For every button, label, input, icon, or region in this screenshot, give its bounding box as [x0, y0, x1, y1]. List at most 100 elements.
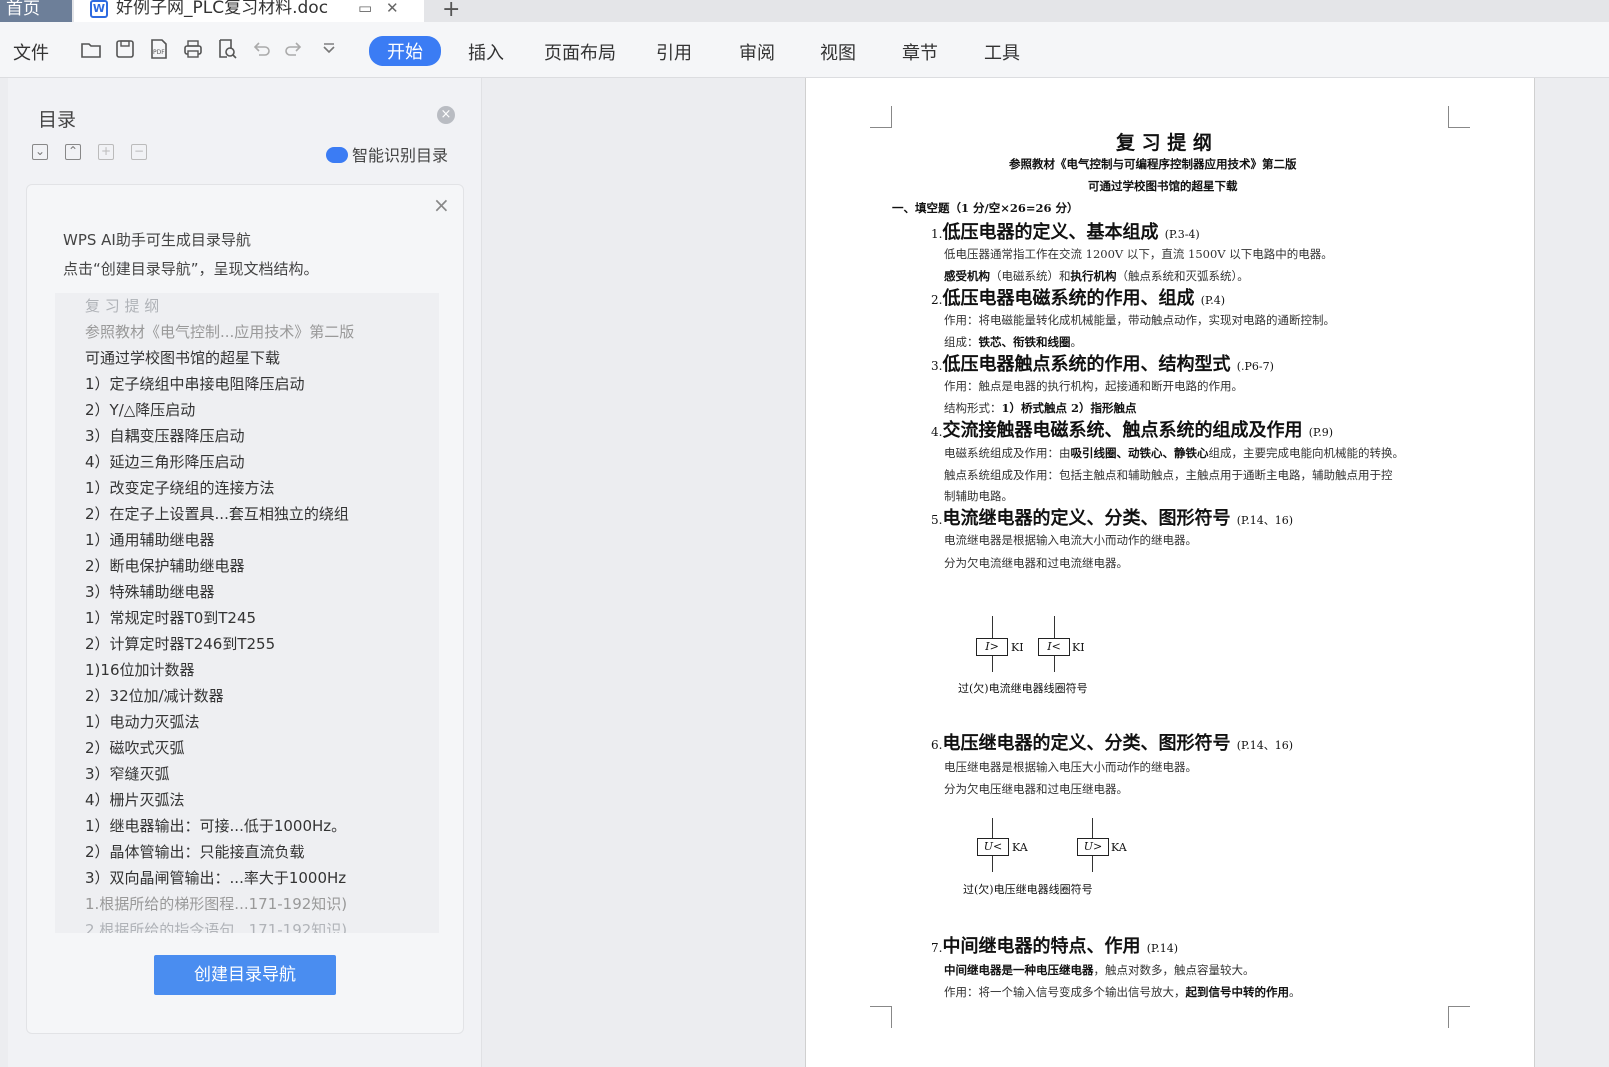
save-icon[interactable] — [114, 38, 136, 60]
add-heading-icon[interactable]: + — [98, 144, 114, 160]
card-hint-1: WPS AI助手可生成目录导航 — [63, 231, 251, 249]
heading-item-7: 7.中间继电器的特点、作用 (P.14) — [931, 936, 1178, 957]
close-tab-icon[interactable]: ✕ — [386, 0, 399, 16]
list-item: 3）自耦变压器降压启动 — [85, 427, 245, 445]
remove-heading-icon[interactable]: − — [131, 144, 147, 160]
paragraph: 电磁系统组成及作用：由吸引线圈、动铁心、静铁心组成，主要完成电能向机械能的转换。 — [944, 446, 1404, 460]
list-item: 1）通用辅助继电器 — [85, 531, 215, 549]
paragraph: 低电压器通常指工作在交流 1200V 以下，直流 1500V 以下电路中的电器。 — [944, 247, 1333, 261]
relay-label: KA — [1012, 841, 1028, 854]
paragraph: 结构形式：1）桥式触点 2）指形触点 — [944, 401, 1137, 415]
over-current-coil-symbol: I> — [976, 638, 1008, 656]
list-item: 2）在定子上设置具...套互相独立的绕组 — [85, 505, 349, 523]
list-item: 1）电动力灭弧法 — [85, 713, 200, 731]
relay-label: KA — [1111, 841, 1127, 854]
paragraph: 电压继电器是根据输入电压大小而动作的继电器。 — [944, 760, 1197, 774]
pin-window-icon[interactable]: ▭ — [358, 0, 372, 16]
relay-label: KI — [1072, 641, 1085, 654]
toc-panel: 目录 × ⌄ ⌃ + − 智能识别目录 × WPS AI助手可生成目录导航 点击… — [8, 78, 482, 1067]
crop-mark-top-left — [870, 106, 892, 128]
close-panel-icon[interactable]: × — [437, 106, 455, 124]
expand-down-icon[interactable]: ⌄ — [32, 144, 48, 160]
more-dropdown-icon[interactable] — [318, 38, 340, 60]
list-item: 1)16位加计数器 — [85, 661, 195, 679]
heading-item-3: 3.低压电器触点系统的作用、结构型式 (.P6-7) — [931, 354, 1274, 375]
relay-label: KI — [1011, 641, 1024, 654]
tab-document[interactable]: W 好例子网_PLC复习材料.doc ▭ ✕ — [74, 0, 424, 22]
svg-text:PDF: PDF — [153, 49, 165, 56]
crop-mark-top-right — [1448, 106, 1470, 128]
section-heading: 一、填空题（1 分/空×26=26 分） — [892, 201, 1079, 215]
doc-subtitle-2: 可通过学校图书馆的超星下载 — [1088, 179, 1238, 193]
paragraph: 分为欠电流继电器和过电流继电器。 — [944, 556, 1128, 570]
list-item: 2）32位加/减计数器 — [85, 687, 224, 705]
figure-caption: 过(欠)电压继电器线圈符号 — [963, 883, 1093, 896]
heading-item-2: 2.低压电器电磁系统的作用、组成 (P.4) — [931, 288, 1225, 309]
paragraph: 触点系统组成及作用：包括主触点和辅助触点，主触点用于通断主电路，辅助触点用于控 — [944, 468, 1393, 482]
menu-tab-tools[interactable]: 工具 — [984, 39, 1020, 65]
ai-toc-card: × WPS AI助手可生成目录导航 点击“创建目录导航”，呈现文档结构。 复 习… — [26, 184, 464, 1034]
print-preview-icon[interactable] — [216, 38, 238, 60]
list-item: 4）延边三角形降压启动 — [85, 453, 245, 471]
list-item: 1）继电器输出：可接...低于1000Hz。 — [85, 817, 347, 835]
paragraph: 作用：将一个输入信号变成多个输出信号放大，起到信号中转的作用。 — [944, 985, 1301, 999]
heading-item-6: 6.电压继电器的定义、分类、图形符号 (P.14、16) — [931, 733, 1293, 754]
list-item: 3）特殊辅助继电器 — [85, 583, 215, 601]
list-item: 3）窄缝灭弧 — [85, 765, 170, 783]
doc-title: 复 习 提 纲 — [1116, 132, 1212, 154]
list-item: 2）磁吹式灭弧 — [85, 739, 185, 757]
tab-bar: 首页 W 好例子网_PLC复习材料.doc ▭ ✕ + — [0, 0, 1609, 22]
list-item: 可通过学校图书馆的超星下载 — [85, 349, 281, 367]
paragraph: 电流继电器是根据输入电流大小而动作的继电器。 — [944, 533, 1197, 547]
list-item: 复 习 提 纲 — [85, 297, 160, 315]
open-folder-icon[interactable] — [80, 38, 102, 60]
collapse-up-icon[interactable]: ⌃ — [65, 144, 81, 160]
paragraph: 感受机构（电磁系统）和执行机构（触点系统和灭弧系统）。 — [944, 269, 1249, 283]
undo-icon[interactable] — [250, 38, 272, 60]
tab-home[interactable]: 首页 — [0, 0, 72, 22]
menu-tab-review[interactable]: 审阅 — [739, 39, 775, 65]
paragraph: 作用：将电磁能量转化成机械能量，带动触点动作，实现对电路的通断控制。 — [944, 313, 1335, 327]
menu-tab-start[interactable]: 开始 — [369, 36, 441, 66]
new-tab-button[interactable]: + — [442, 0, 460, 22]
list-item: 2.根据所给的指令语句...171-192知识) — [85, 921, 348, 933]
toolbar: 文件 PDF 开始 插入 页面布局 引用 审阅 视图 章节 工具 — [0, 22, 1609, 78]
under-current-coil-symbol: I< — [1038, 638, 1070, 656]
paragraph: 作用：触点是电器的执行机构，起接通和断开电路的作用。 — [944, 379, 1243, 393]
list-item: 2）断电保护辅助继电器 — [85, 557, 245, 575]
smart-toc-label: 智能识别目录 — [352, 146, 449, 165]
paragraph: 分为欠电压继电器和过电压继电器。 — [944, 782, 1128, 796]
file-menu[interactable]: 文件 — [13, 39, 49, 65]
list-item: 2）Y/△降压启动 — [85, 401, 196, 419]
toc-title: 目录 — [38, 109, 77, 131]
list-item: 1.根据所给的梯形图程...171-192知识) — [85, 895, 348, 913]
menu-tab-chapter[interactable]: 章节 — [902, 39, 938, 65]
list-item: 2）晶体管输出：只能接直流负载 — [85, 843, 305, 861]
redo-icon[interactable] — [283, 38, 305, 60]
menu-tab-page-layout[interactable]: 页面布局 — [544, 39, 616, 65]
smart-toc-link[interactable]: 智能识别目录 — [326, 142, 448, 166]
list-item: 4）栅片灭弧法 — [85, 791, 185, 809]
ai-assistant-icon — [326, 147, 348, 163]
print-icon[interactable] — [182, 38, 204, 60]
toc-preview: 复 习 提 纲 参照教材《电气控制...应用技术》第二版 可通过学校图书馆的超星… — [55, 293, 439, 933]
menu-tab-references[interactable]: 引用 — [656, 39, 692, 65]
wps-document-icon: W — [90, 0, 108, 18]
close-card-icon[interactable]: × — [433, 193, 450, 217]
paragraph: 制辅助电路。 — [944, 489, 1013, 503]
card-hint-2: 点击“创建目录导航”，呈现文档结构。 — [63, 260, 319, 278]
document-tab-title: 好例子网_PLC复习材料.doc — [116, 0, 329, 18]
menu-tab-view[interactable]: 视图 — [820, 39, 856, 65]
doc-subtitle-1: 参照教材《电气控制与可编程序控制器应用技术》第二版 — [1009, 157, 1297, 171]
menu-tab-insert[interactable]: 插入 — [468, 39, 504, 65]
list-item: 1）改变定子绕组的连接方法 — [85, 479, 275, 497]
list-item: 1）定子绕组中串接电阻降压启动 — [85, 375, 305, 393]
list-item: 1）常规定时器T0到T245 — [85, 609, 257, 627]
document-page[interactable]: 复 习 提 纲 参照教材《电气控制与可编程序控制器应用技术》第二版 可通过学校图… — [805, 78, 1535, 1067]
list-item: 2）计算定时器T246到T255 — [85, 635, 276, 653]
crop-mark-bottom-right — [1448, 1006, 1470, 1028]
create-toc-button[interactable]: 创建目录导航 — [154, 955, 336, 995]
over-voltage-coil-symbol: U> — [1077, 838, 1109, 856]
list-item: 参照教材《电气控制...应用技术》第二版 — [85, 323, 355, 341]
export-pdf-icon[interactable]: PDF — [148, 38, 170, 60]
